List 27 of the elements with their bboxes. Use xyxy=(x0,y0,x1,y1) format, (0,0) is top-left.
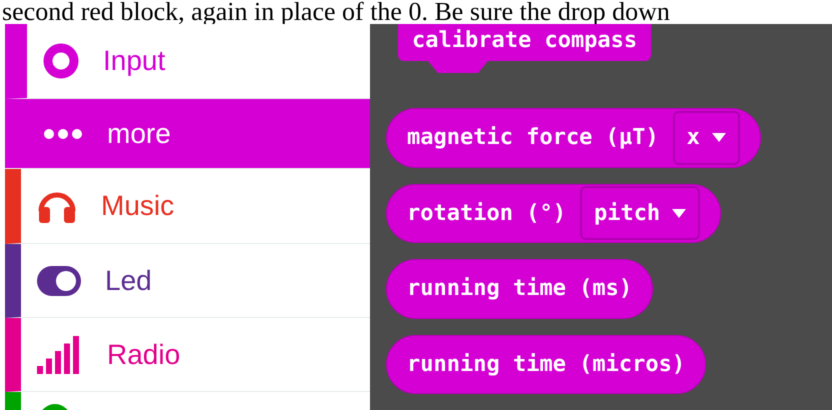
dots-icon xyxy=(43,128,83,140)
block-label: running time (micros) xyxy=(407,352,686,377)
category-item[interactable]: Music xyxy=(5,169,370,244)
block-label: running time (ms) xyxy=(407,276,632,302)
target-icon xyxy=(43,43,79,79)
block-tab xyxy=(428,61,488,75)
subcategory-item[interactable]: more xyxy=(5,99,370,169)
toggle-icon xyxy=(37,266,81,296)
caret-icon xyxy=(712,133,726,142)
category-label: Music xyxy=(101,190,174,222)
block-dropdown[interactable]: pitch xyxy=(580,186,700,240)
reporter-block[interactable]: running time (micros) xyxy=(386,334,706,394)
category-item[interactable]: Led xyxy=(5,244,370,318)
block-dropdown[interactable]: x xyxy=(672,110,740,165)
category-item[interactable]: Input xyxy=(5,24,370,99)
category-label: Input xyxy=(103,45,166,77)
caret-icon xyxy=(672,208,686,218)
subcategory-label: more xyxy=(107,118,171,150)
caption-text: second red block, again in place of the 0. Be sure the drop down xyxy=(1,0,671,24)
reporter-block[interactable]: rotation (°) pitch xyxy=(386,184,722,243)
category-label: Radio xyxy=(107,338,180,370)
reporter-block[interactable]: running time (ms) xyxy=(386,259,654,318)
category-item[interactable]: Radio xyxy=(5,318,370,392)
category-label: Led xyxy=(105,264,152,296)
reporter-block[interactable]: magnetic force (µT) x xyxy=(386,108,761,168)
block-label: magnetic force (µT) xyxy=(407,125,659,150)
block-label: rotation (°) xyxy=(407,200,566,226)
